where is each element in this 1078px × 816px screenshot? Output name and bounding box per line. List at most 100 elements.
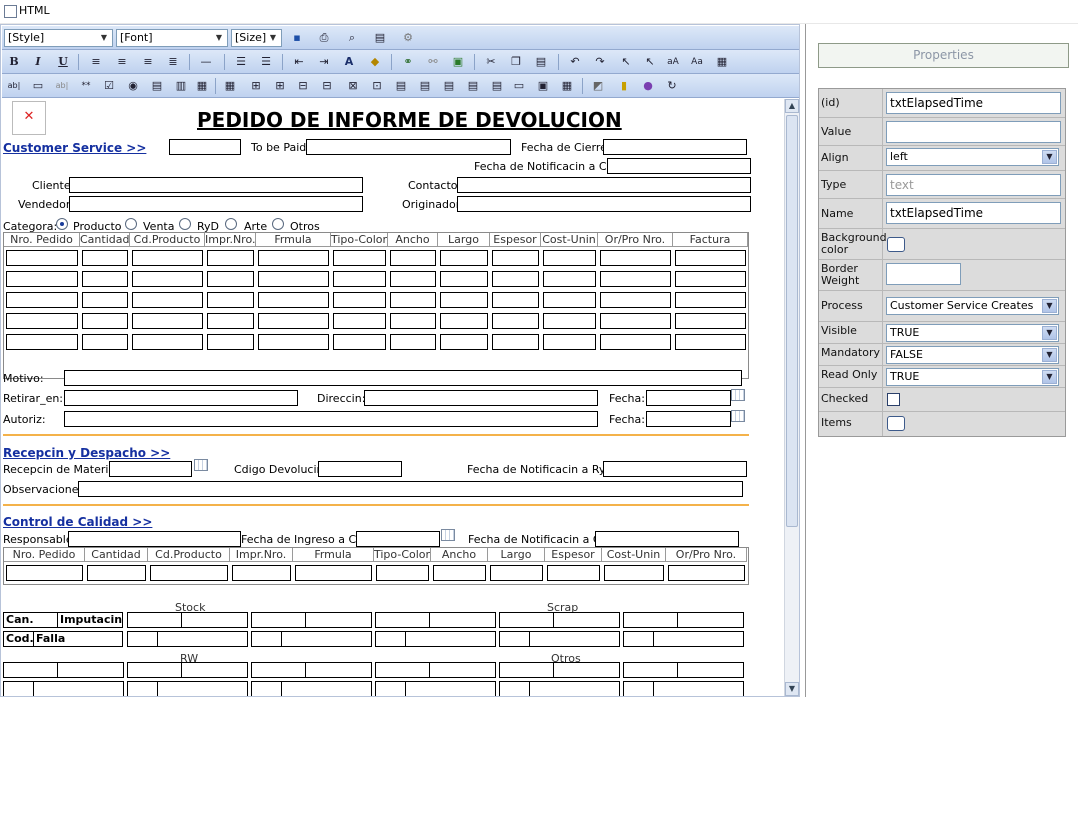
visible-select[interactable]: TRUE ▼ xyxy=(886,324,1059,342)
block-cell-input[interactable] xyxy=(305,612,372,628)
grid-cell-input[interactable] xyxy=(490,565,543,581)
settings-icon[interactable]: ⚙ xyxy=(399,29,417,47)
bold-icon[interactable]: B xyxy=(5,53,23,71)
block-cell-input[interactable] xyxy=(499,612,554,628)
grid-cell-input[interactable] xyxy=(150,565,228,581)
grid-cell-input[interactable] xyxy=(295,565,372,581)
block-cell-input[interactable] xyxy=(677,612,744,628)
delete-row-icon[interactable]: ⊟ xyxy=(294,77,312,95)
block-cell-input[interactable] xyxy=(127,681,158,696)
block-cell-input[interactable] xyxy=(553,612,620,628)
textarea-icon[interactable]: ▦ xyxy=(193,77,211,95)
delete-column-icon[interactable]: ⊟ xyxy=(318,77,336,95)
grid-cell-input[interactable] xyxy=(82,334,128,350)
grid-cell-input[interactable] xyxy=(132,271,203,287)
grid-cell-input[interactable] xyxy=(6,271,78,287)
grid-cell-input[interactable] xyxy=(390,250,436,266)
grid-cell-input[interactable] xyxy=(390,313,436,329)
border-weight-input[interactable] xyxy=(886,263,961,285)
control-calidad-header[interactable]: Control de Calidad >> xyxy=(3,515,152,529)
block-cell-input[interactable] xyxy=(375,612,430,628)
grid-cell-input[interactable] xyxy=(675,250,746,266)
block-cell-input[interactable] xyxy=(429,662,496,678)
grid-cell-input[interactable] xyxy=(390,334,436,350)
customer-service-header[interactable]: Customer Service >> xyxy=(3,141,146,155)
grid-cell-input[interactable] xyxy=(492,271,539,287)
grid-cell-input[interactable] xyxy=(207,292,254,308)
grid-cell-input[interactable] xyxy=(132,313,203,329)
select-icon[interactable]: ↖ xyxy=(617,53,635,71)
cell-list-icon[interactable]: ▤ xyxy=(440,77,458,95)
cut-icon[interactable]: ✂ xyxy=(482,53,500,71)
grid-cell-input[interactable] xyxy=(440,334,488,350)
grid-cell-input[interactable] xyxy=(433,565,486,581)
eraser-icon[interactable]: ◩ xyxy=(589,77,607,95)
fecha-ingreso-cc-field[interactable] xyxy=(356,531,440,547)
fecha-notif-cc-field[interactable] xyxy=(595,531,739,547)
refresh-icon[interactable]: ↻ xyxy=(663,77,681,95)
grid-cell-input[interactable] xyxy=(207,271,254,287)
calendar-icon[interactable] xyxy=(194,459,208,471)
paste-icon[interactable]: ▤ xyxy=(371,29,389,47)
block-cell-input[interactable] xyxy=(653,631,744,647)
bullet-list-icon[interactable]: ☰ xyxy=(257,53,275,71)
split-cells-icon[interactable]: ⊡ xyxy=(368,77,386,95)
id-input[interactable]: txtElapsedTime xyxy=(886,92,1061,114)
grid-cell-input[interactable] xyxy=(132,292,203,308)
grid-cell-input[interactable] xyxy=(440,250,488,266)
uppercase-icon[interactable]: aA xyxy=(664,53,682,71)
originador-field[interactable] xyxy=(457,196,751,212)
grid-cell-input[interactable] xyxy=(675,334,746,350)
italic-icon[interactable]: I xyxy=(29,53,47,71)
fecha-cierre-field[interactable] xyxy=(603,139,747,155)
grid-cell-input[interactable] xyxy=(604,565,664,581)
block-cell-input[interactable] xyxy=(127,612,182,628)
merge-cells-icon[interactable]: ⊠ xyxy=(344,77,362,95)
value-input[interactable] xyxy=(886,121,1061,143)
grid-cell-input[interactable] xyxy=(6,292,78,308)
codigo-devolucion-field[interactable] xyxy=(318,461,402,477)
source-icon[interactable]: ▦ xyxy=(713,53,731,71)
print-icon[interactable]: ⎙ xyxy=(315,29,333,47)
grid-cell-input[interactable] xyxy=(258,313,329,329)
grid-cell-input[interactable] xyxy=(6,250,78,266)
autoriz-field[interactable] xyxy=(64,411,598,427)
calendar-icon[interactable] xyxy=(731,389,745,401)
select-control-icon[interactable]: ▤ xyxy=(148,77,166,95)
items-button[interactable] xyxy=(887,416,905,431)
grid-cell-input[interactable] xyxy=(492,313,539,329)
grid-cell-input[interactable] xyxy=(232,565,291,581)
grid-cell-input[interactable] xyxy=(543,334,596,350)
block-cell-input[interactable] xyxy=(375,631,406,647)
motivo-field[interactable] xyxy=(64,370,742,386)
block-cell-input[interactable] xyxy=(677,662,744,678)
underline-icon[interactable]: U xyxy=(54,53,72,71)
cliente-field[interactable] xyxy=(69,177,363,193)
readonly-field-icon[interactable]: ab| xyxy=(53,77,71,95)
block-cell-input[interactable] xyxy=(499,681,530,696)
grid-cell-input[interactable] xyxy=(543,292,596,308)
block-cell-input[interactable] xyxy=(251,612,306,628)
highlight-icon[interactable]: ◆ xyxy=(366,53,384,71)
retirar-field[interactable] xyxy=(64,390,298,406)
palette-icon[interactable]: ● xyxy=(639,77,657,95)
block-cell-input[interactable] xyxy=(3,662,58,678)
grid-cell-input[interactable] xyxy=(82,271,128,287)
block-cell-input[interactable] xyxy=(181,612,248,628)
block-cell-input[interactable] xyxy=(623,631,654,647)
grid-cell-input[interactable] xyxy=(6,313,78,329)
block-cell-input[interactable] xyxy=(375,681,406,696)
process-select[interactable]: Customer Service Creates ▼ xyxy=(886,297,1059,315)
block-cell-input[interactable] xyxy=(429,612,496,628)
align-center-icon[interactable]: ≡ xyxy=(113,53,131,71)
grid-cell-input[interactable] xyxy=(207,250,254,266)
grid-cell-input[interactable] xyxy=(675,313,746,329)
align-right-icon[interactable]: ≡ xyxy=(139,53,157,71)
block-cell-input[interactable] xyxy=(181,662,248,678)
radio-arte[interactable] xyxy=(225,218,237,230)
style-select[interactable]: [Style] ▼ xyxy=(4,29,113,47)
responsable-field[interactable] xyxy=(68,531,241,547)
block-cell-input[interactable] xyxy=(499,631,530,647)
grid-cell-input[interactable] xyxy=(600,292,671,308)
grid-cell-input[interactable] xyxy=(258,292,329,308)
